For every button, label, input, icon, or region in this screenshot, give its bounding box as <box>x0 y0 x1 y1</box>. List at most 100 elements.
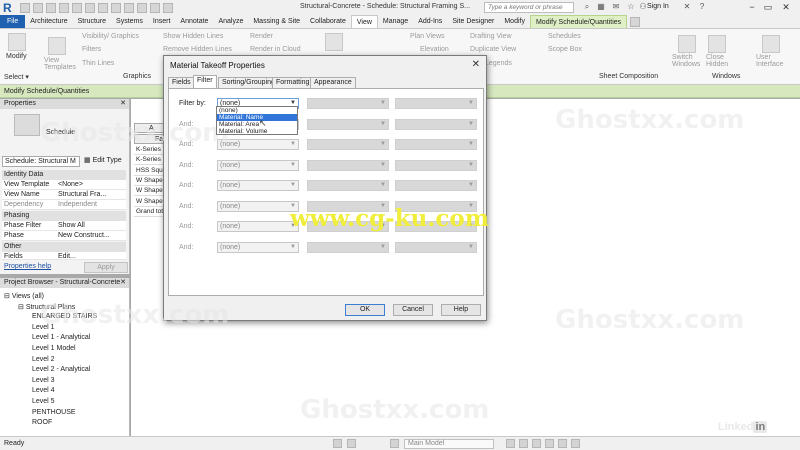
thin-lines-icon[interactable] <box>150 2 160 13</box>
user-interface-button[interactable]: User Interface <box>756 54 783 68</box>
duplicate-view-button[interactable]: Duplicate View <box>470 46 516 53</box>
chevron-down-icon[interactable]: ▼ <box>380 120 386 129</box>
close-icon[interactable]: ✕ <box>120 278 126 288</box>
tab-modify[interactable]: Modify <box>499 15 530 28</box>
worksets-icon[interactable] <box>333 439 342 448</box>
chevron-down-icon[interactable]: ▼ <box>468 181 474 190</box>
tab-insert[interactable]: Insert <box>148 15 176 28</box>
tab-appearance[interactable]: Appearance <box>310 77 356 88</box>
tree-item[interactable]: ⊟ Views (all) <box>4 292 44 300</box>
tree-item[interactable]: Level 2 - Analytical <box>32 366 90 373</box>
group-other[interactable]: Other <box>2 242 126 252</box>
sign-in-link[interactable]: Sign In <box>647 3 669 10</box>
drafting-view-button[interactable]: Drafting View <box>470 33 512 40</box>
chevron-down-icon[interactable]: ▼ <box>290 243 296 252</box>
minimize-icon[interactable]: − <box>746 1 758 13</box>
close-window-icon[interactable]: ✕ <box>780 1 792 13</box>
tab-fields[interactable]: Fields <box>168 77 195 88</box>
tree-item[interactable]: Level 3 <box>32 377 55 384</box>
tab-systems[interactable]: Systems <box>111 15 148 28</box>
3d-view-ribbon-icon[interactable] <box>325 33 343 51</box>
communication-icon[interactable]: ✉ <box>611 2 621 12</box>
group-phasing[interactable]: Phasing <box>2 211 126 221</box>
view-templates-icon[interactable] <box>48 37 66 55</box>
chevron-down-icon[interactable]: ▼ <box>380 161 386 170</box>
filter-field-dropdown[interactable]: (none) ▼ <box>217 180 299 191</box>
tree-item[interactable]: Level 1 - Analytical <box>32 334 90 341</box>
tab-analyze[interactable]: Analyze <box>213 15 248 28</box>
modify-icon[interactable] <box>8 33 26 51</box>
chevron-down-icon[interactable]: ▼ <box>468 120 474 129</box>
chevron-down-icon[interactable]: ▼ <box>380 140 386 149</box>
show-hidden-lines-button[interactable]: Show Hidden Lines <box>163 33 223 40</box>
tab-massing-site[interactable]: Massing & Site <box>248 15 305 28</box>
section-icon[interactable] <box>137 2 147 13</box>
tree-item[interactable]: ⊟ Structural Plans <box>18 303 75 311</box>
filter-condition-dropdown[interactable]: ▼ <box>307 180 389 191</box>
open-icon[interactable] <box>20 2 30 13</box>
3d-view-icon[interactable] <box>124 2 134 13</box>
tab-modify-schedule[interactable]: Modify Schedule/Quantities <box>529 15 628 28</box>
help-icon[interactable]: ? <box>697 2 707 12</box>
redo-icon[interactable] <box>59 2 69 13</box>
undo-icon[interactable] <box>46 2 56 13</box>
chevron-down-icon[interactable]: ▼ <box>468 99 474 108</box>
tree-item[interactable]: Level 2 <box>32 356 55 363</box>
revit-logo-icon[interactable]: R <box>3 1 17 15</box>
prop-row[interactable]: View Name Structural Fra... <box>2 190 126 200</box>
chevron-down-icon[interactable]: ▼ <box>380 222 386 231</box>
switch-windows-button[interactable]: Switch Windows <box>672 54 700 68</box>
close-icon[interactable]: ✕ <box>472 59 480 70</box>
help-button[interactable]: Help <box>441 304 481 316</box>
filter-icon[interactable] <box>571 439 580 448</box>
thin-lines-button[interactable]: Thin Lines <box>82 60 114 67</box>
select-pinned-icon[interactable] <box>532 439 541 448</box>
tree-item[interactable]: Level 4 <box>32 387 55 394</box>
search-icon[interactable]: ⌕ <box>582 2 592 12</box>
expand-toggle-icon[interactable]: ⊟ <box>4 293 12 300</box>
tab-site-designer[interactable]: Site Designer <box>447 15 499 28</box>
cancel-button[interactable]: Cancel <box>393 304 433 316</box>
tab-filter[interactable]: Filter <box>193 75 217 89</box>
prop-row[interactable]: Fields Edit... <box>2 252 126 260</box>
chevron-down-icon[interactable]: ▼ <box>290 202 296 211</box>
filter-value-dropdown[interactable]: ▼ <box>395 241 477 253</box>
close-windows-icon[interactable] <box>163 2 173 13</box>
tree-item[interactable]: Level 1 <box>32 324 55 331</box>
design-options-icon[interactable] <box>347 439 356 448</box>
filter-condition-dropdown[interactable]: ▼ <box>307 139 389 150</box>
type-selector[interactable]: Schedule: Structural M <box>2 156 80 167</box>
filter-condition-dropdown[interactable]: ▼ <box>307 241 389 253</box>
dropdown-option[interactable]: Material: Area <box>217 121 297 128</box>
visibility-graphics-button[interactable]: Visibility/ Graphics <box>82 33 139 40</box>
drag-elements-icon[interactable] <box>558 439 567 448</box>
subscription-icon[interactable]: ▦ <box>596 2 606 12</box>
chevron-down-icon[interactable]: ▼ <box>468 222 474 231</box>
filter-condition-dropdown[interactable]: ▼ <box>307 159 389 171</box>
select-by-face-icon[interactable] <box>545 439 554 448</box>
chevron-down-icon[interactable]: ▼ <box>468 140 474 149</box>
ok-button[interactable]: OK <box>345 304 385 316</box>
fields-edit-button[interactable]: Edit... <box>58 252 124 259</box>
filter-value-dropdown[interactable]: ▼ <box>395 98 477 109</box>
dropdown-option[interactable]: Material: Name <box>217 114 297 121</box>
close-hidden-icon[interactable] <box>708 35 726 53</box>
tab-annotate[interactable]: Annotate <box>175 15 213 28</box>
filter-condition-dropdown[interactable]: ▼ <box>307 200 389 212</box>
help-search-input[interactable]: Type a keyword or phrase <box>484 2 574 13</box>
filter-value-dropdown[interactable]: ▼ <box>395 139 477 150</box>
exchange-icon[interactable]: ✕ <box>682 2 692 12</box>
tab-add-ins[interactable]: Add-Ins <box>413 15 447 28</box>
select-links-icon[interactable] <box>506 439 515 448</box>
filter-value-dropdown[interactable]: ▼ <box>395 200 477 212</box>
view-templates-button[interactable]: View Templates <box>44 57 76 71</box>
chevron-down-icon[interactable]: ▼ <box>290 140 296 149</box>
apply-button[interactable]: Apply <box>84 262 128 273</box>
tab-sorting-grouping[interactable]: Sorting/Grouping <box>218 77 279 88</box>
dropdown-option[interactable]: (none) <box>217 107 297 114</box>
filter-field-dropdown[interactable]: (none) ▼ <box>217 139 299 150</box>
select-underlay-icon[interactable] <box>519 439 528 448</box>
filters-button[interactable]: Filters <box>82 46 101 53</box>
user-interface-icon[interactable] <box>762 35 780 53</box>
chevron-down-icon[interactable]: ▼ <box>290 222 296 231</box>
